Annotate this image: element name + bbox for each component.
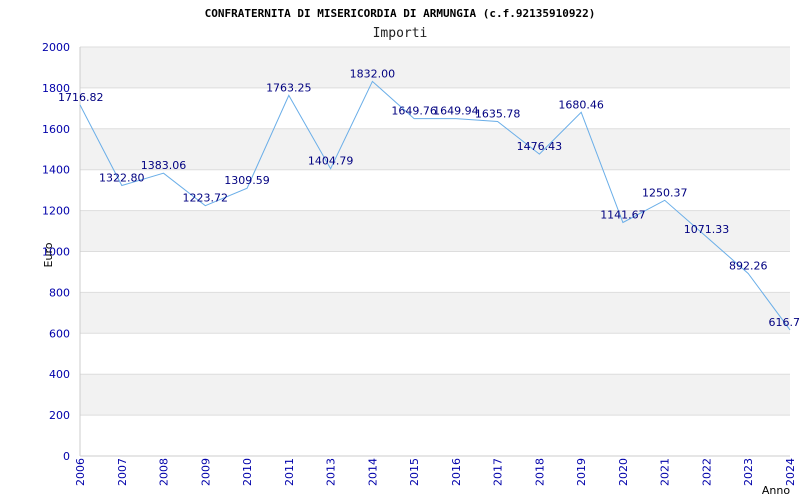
x-tick-label: 2024 (784, 458, 797, 486)
x-tick-label: 2023 (742, 458, 755, 486)
y-tick-label: 0 (63, 450, 70, 463)
x-tick-label: 2017 (492, 458, 505, 486)
x-tick-label: 2010 (241, 458, 254, 486)
data-label: 892.26 (729, 260, 768, 273)
data-label: 1832.00 (350, 67, 396, 80)
band-200 (80, 374, 790, 416)
data-label: 1383.06 (141, 159, 187, 172)
data-label: 1680.46 (558, 98, 604, 111)
data-label: 1141.67 (600, 209, 646, 222)
y-tick-label: 400 (49, 368, 70, 381)
data-label: 1763.25 (266, 81, 312, 94)
band-1400 (80, 128, 790, 170)
y-tick-label: 200 (49, 409, 70, 422)
x-tick-label: 2006 (74, 458, 87, 486)
y-tick-label: 1600 (42, 123, 70, 136)
x-tick-label: 2007 (116, 458, 129, 486)
data-value-labels: 1716.82 1322.801383.06 1223.72 1309.59 1763.… (58, 67, 800, 329)
data-label: 1635.78 (475, 107, 521, 120)
data-label: 1322.80 (99, 171, 145, 184)
data-label: 1649.94 (433, 105, 479, 118)
x-axis-label: Anno (762, 484, 790, 497)
x-tick-label: 2021 (659, 458, 672, 486)
y-tick-label: 1400 (42, 164, 70, 177)
data-label: 1223.72 (183, 192, 229, 205)
x-tick-label: 2013 (325, 458, 338, 486)
y-tick-label: 800 (49, 286, 70, 299)
x-tick-label: 2020 (617, 458, 630, 486)
data-label: 1071.33 (684, 223, 730, 236)
x-tick-label: 2016 (450, 458, 463, 486)
x-tick-label: 2014 (366, 458, 379, 486)
y-axis-label: Euro (42, 242, 55, 267)
y-tick-label: 1200 (42, 205, 70, 218)
band-1800 (80, 47, 790, 88)
x-tick-label: 2015 (408, 458, 421, 486)
x-tick-label: 2009 (199, 458, 212, 486)
x-tick-label: 2018 (533, 458, 546, 486)
y-tick-label: 600 (49, 327, 70, 340)
band-600 (80, 292, 790, 334)
data-label: 1309.59 (224, 174, 270, 187)
data-label: 616.7 (769, 316, 800, 329)
data-label: 1649.76 (391, 105, 437, 118)
data-label: 1250.37 (642, 186, 688, 199)
x-tick-label: 2011 (283, 458, 296, 486)
data-label: 1716.82 (58, 91, 104, 104)
y-tick-label: 2000 (42, 41, 70, 54)
x-tick-label: 2008 (158, 458, 171, 486)
line-chart: CONFRATERNITA DI MISERICORDIA DI ARMUNGI… (42, 7, 800, 497)
x-tick-label: 2022 (700, 458, 713, 486)
chart-title: CONFRATERNITA DI MISERICORDIA DI ARMUNGI… (205, 7, 596, 20)
data-label: 1476.43 (517, 140, 563, 153)
chart-subtitle: Importi (373, 26, 428, 41)
x-tick-labels: 2006 2007 2008 2009 2010 2011 2013 2014 2015 2016… (74, 458, 797, 486)
data-label: 1404.79 (308, 155, 354, 168)
x-tick-label: 2019 (575, 458, 588, 486)
